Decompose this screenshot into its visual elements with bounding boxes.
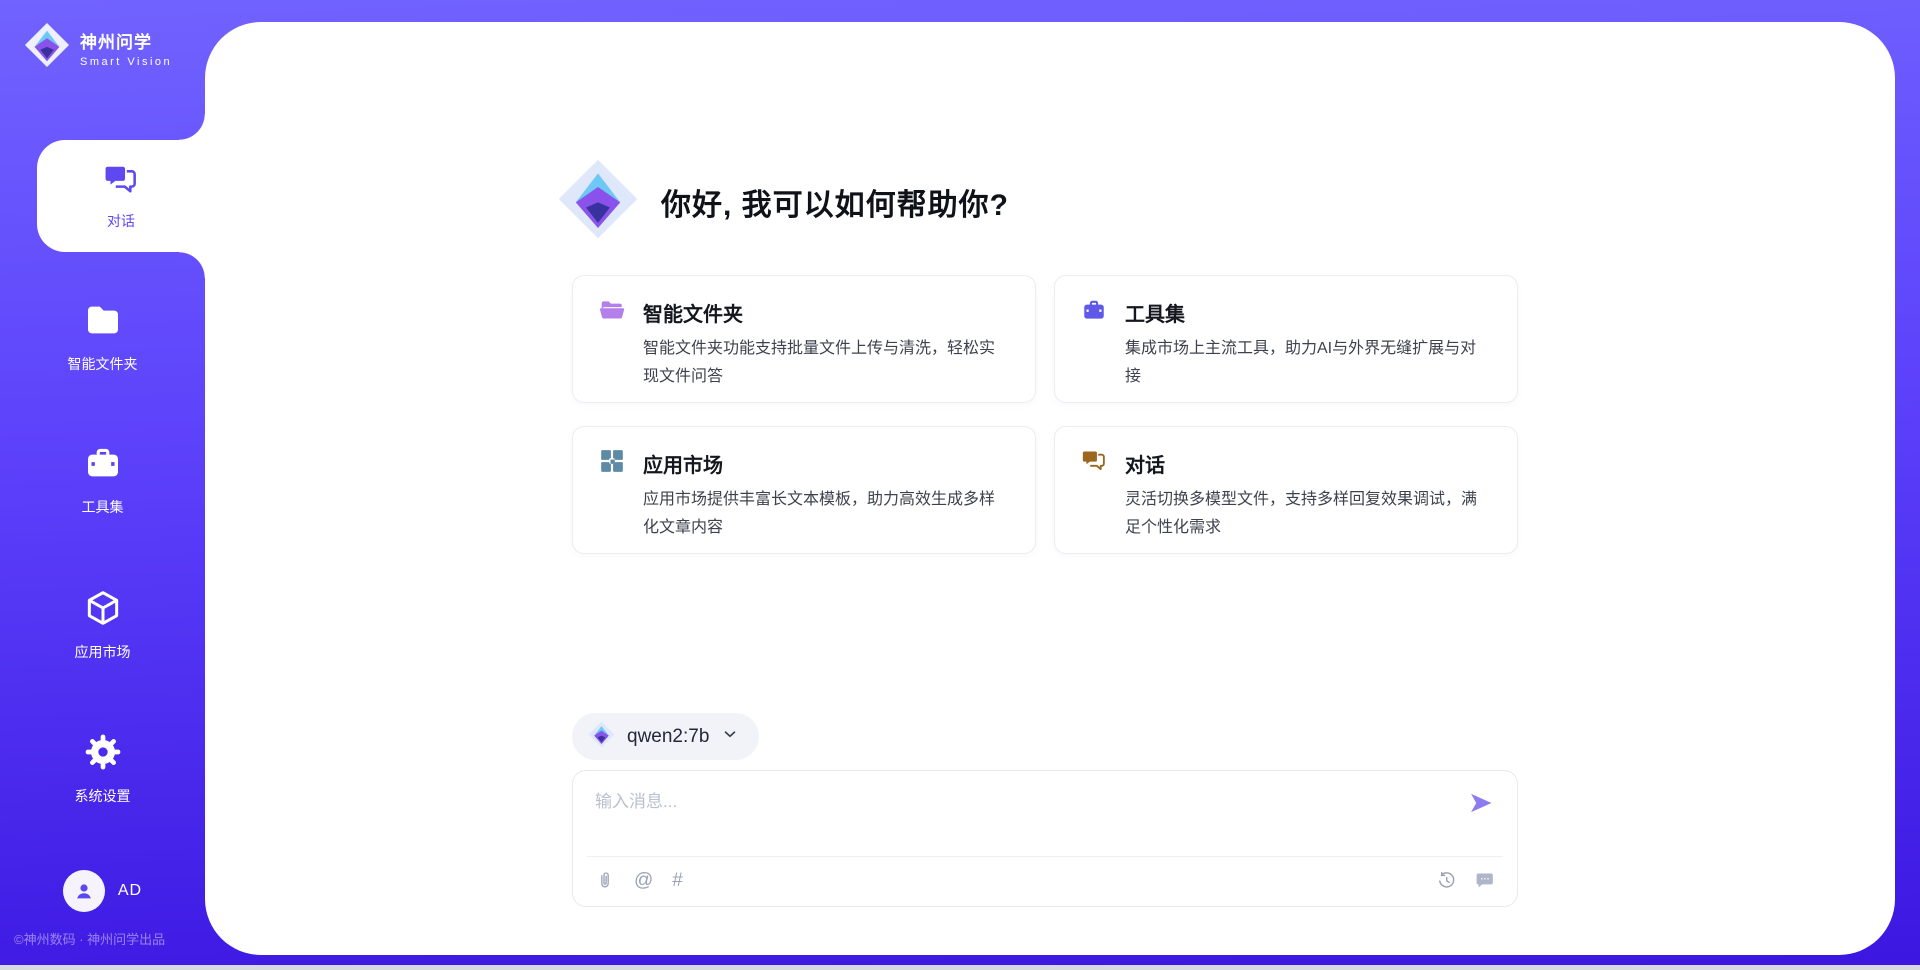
- model-name: qwen2:7b: [627, 726, 709, 748]
- greeting: 你好, 我可以如何帮助你?: [557, 158, 1009, 245]
- sidebar-item-label: 应用市场: [0, 642, 205, 662]
- chat-icon: [1081, 448, 1107, 479]
- card-title: 应用市场: [643, 449, 723, 478]
- card-title: 工具集: [1125, 298, 1185, 327]
- sidebar-item-chat[interactable]: 对话: [37, 140, 205, 252]
- hash-button[interactable]: #: [672, 870, 683, 892]
- user-account-button[interactable]: AD: [0, 870, 205, 912]
- sidebar-item-toolbox[interactable]: 工具集: [0, 443, 205, 517]
- sidebar-item-label: 智能文件夹: [0, 354, 205, 374]
- card-toolbox[interactable]: 工具集 集成市场上主流工具，助力AI与外界无缝扩展与对接: [1054, 275, 1518, 403]
- feature-cards: 智能文件夹 智能文件夹功能支持批量文件上传与清洗，轻松实现文件问答 工具集: [572, 275, 1518, 554]
- history-button[interactable]: [1436, 870, 1457, 891]
- user-avatar-icon: [63, 870, 105, 912]
- card-description: 灵活切换多模型文件，支持多样回复效果调试，满足个性化需求: [1125, 486, 1491, 541]
- sidebar-item-label: 对话: [107, 211, 135, 231]
- copyright-text: ©神州数码 · 神州问学出品: [14, 929, 165, 948]
- feedback-button[interactable]: [1474, 870, 1495, 891]
- brand-name: 神州问学: [80, 33, 152, 52]
- message-input[interactable]: [595, 787, 1425, 845]
- card-chat[interactable]: 对话 灵活切换多模型文件，支持多样回复效果调试，满足个性化需求: [1054, 426, 1518, 554]
- sidebar-item-app-market[interactable]: 应用市场: [0, 588, 205, 662]
- toolbox-icon: [83, 470, 123, 487]
- model-selector-button[interactable]: qwen2:7b: [572, 713, 759, 760]
- brand: 神州问学 Smart Vision: [24, 22, 172, 73]
- gear-icon: [83, 759, 123, 776]
- greeting-logo-icon: [557, 158, 639, 245]
- screen-edge-strip: [0, 965, 1920, 970]
- chat-icon: [103, 162, 139, 203]
- card-app-market[interactable]: 应用市场 应用市场提供丰富长文本模板，助力高效生成多样化文章内容: [572, 426, 1036, 554]
- chevron-down-icon: [721, 725, 739, 748]
- sidebar: 神州问学 Smart Vision 对话: [0, 0, 205, 970]
- folder-open-icon: [599, 297, 625, 328]
- sidebar-item-smart-folder[interactable]: 智能文件夹: [0, 300, 205, 374]
- cube-icon: [83, 615, 123, 632]
- attachment-button[interactable]: [595, 870, 615, 892]
- page-title: 你好, 我可以如何帮助你?: [661, 180, 1009, 224]
- card-smart-folder[interactable]: 智能文件夹 智能文件夹功能支持批量文件上传与清洗，轻松实现文件问答: [572, 275, 1036, 403]
- mention-button[interactable]: @: [634, 870, 653, 892]
- folder-icon: [83, 327, 123, 344]
- main-panel: 你好, 我可以如何帮助你? 智能文件夹 智能文件夹功能支持批量文件: [205, 22, 1895, 955]
- grid-icon: [599, 448, 625, 479]
- card-title: 对话: [1125, 449, 1165, 478]
- card-description: 智能文件夹功能支持批量文件上传与清洗，轻松实现文件问答: [643, 335, 1009, 390]
- composer-divider: [587, 856, 1503, 857]
- at-icon: @: [634, 870, 653, 892]
- sidebar-item-label: 系统设置: [0, 786, 205, 806]
- card-description: 应用市场提供丰富长文本模板，助力高效生成多样化文章内容: [643, 486, 1009, 541]
- app-window: 神州问学 Smart Vision 对话: [0, 0, 1920, 970]
- brand-logo-icon: [24, 22, 70, 73]
- sidebar-item-label: 工具集: [0, 497, 205, 517]
- composer: @ #: [572, 770, 1518, 907]
- sidebar-item-settings[interactable]: 系统设置: [0, 732, 205, 806]
- card-title: 智能文件夹: [643, 298, 743, 327]
- hash-icon: #: [672, 870, 683, 892]
- send-button[interactable]: [1467, 789, 1495, 817]
- card-description: 集成市场上主流工具，助力AI与外界无缝扩展与对接: [1125, 335, 1491, 390]
- history-icon: [1436, 870, 1457, 891]
- send-icon: [1467, 789, 1495, 817]
- toolbox-icon: [1081, 297, 1107, 328]
- chat-bubble-icon: [1474, 870, 1495, 891]
- brand-subtitle: Smart Vision: [80, 56, 172, 68]
- model-logo-icon: [588, 721, 615, 753]
- paperclip-icon: [595, 870, 615, 892]
- user-initials: AD: [118, 882, 142, 900]
